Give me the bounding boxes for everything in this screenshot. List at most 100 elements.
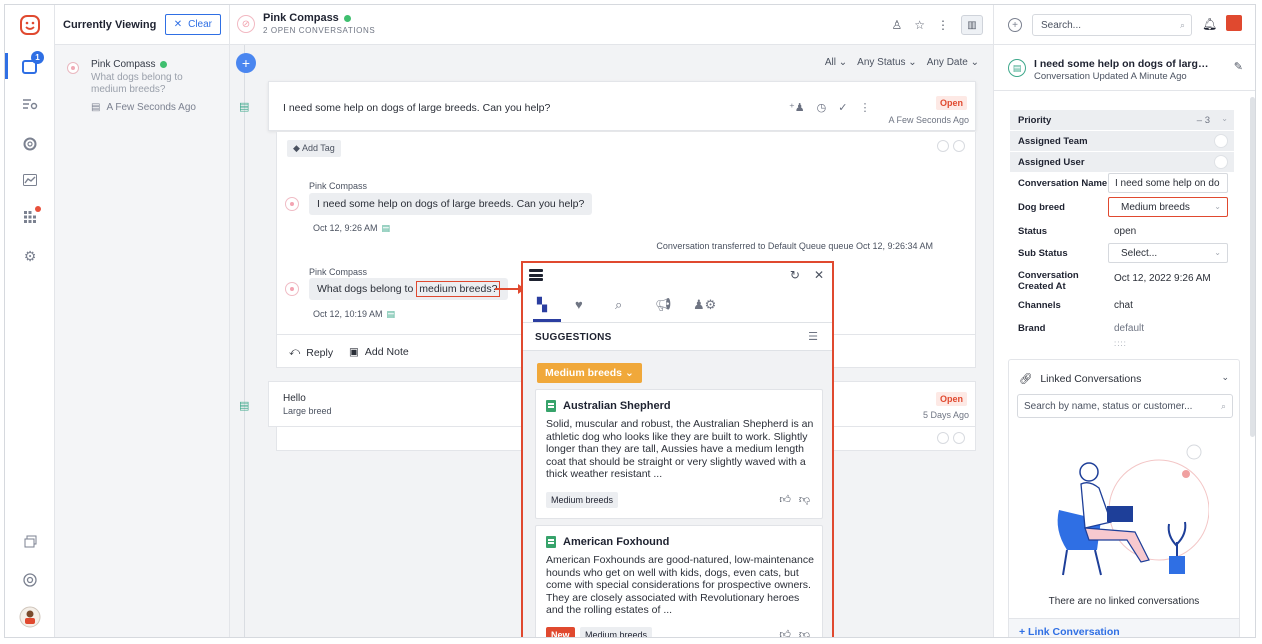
filter-date[interactable]: Any Date ⌄ bbox=[927, 57, 979, 68]
chat-icon: ▤ bbox=[91, 102, 101, 113]
windows-icon[interactable] bbox=[18, 529, 42, 553]
dog-breed-value: Medium breeds bbox=[1121, 202, 1190, 213]
toggle[interactable] bbox=[1214, 134, 1228, 148]
global-search-input[interactable]: Search... ⌕ bbox=[1032, 14, 1192, 36]
participant-circles bbox=[937, 432, 965, 444]
article-icon bbox=[546, 400, 556, 412]
note-icon: ▣ bbox=[349, 346, 359, 358]
tab-user-settings-icon[interactable]: ♟⚙ bbox=[693, 297, 716, 313]
card-text: American Foxhounds are good-natured, low… bbox=[546, 554, 814, 616]
tab-announcements-icon[interactable]: 📢︎ bbox=[655, 297, 672, 313]
analytics-icon[interactable] bbox=[18, 168, 42, 192]
conversation-card-1[interactable]: I need some help on dogs of large breeds… bbox=[268, 81, 976, 131]
user-avatar[interactable] bbox=[18, 605, 42, 629]
conversation-name-input[interactable]: I need some help on do bbox=[1108, 173, 1228, 193]
add-participant-icon[interactable]: ⁺♟ bbox=[789, 101, 805, 114]
thumbs-down-icon[interactable]: 👎︎ bbox=[799, 493, 810, 506]
chevron-down-icon[interactable]: ⌄ bbox=[1221, 372, 1229, 383]
search-list-icon[interactable] bbox=[18, 92, 42, 116]
link-conversation-button[interactable]: + Link Conversation bbox=[1019, 626, 1120, 637]
snooze-clock-icon[interactable]: ◷ bbox=[817, 101, 827, 114]
viewing-item-preview: What dogs belong to medium breeds? bbox=[91, 72, 183, 95]
status-label: Status bbox=[1018, 226, 1048, 237]
bell-icon[interactable]: 🔔︎ bbox=[1202, 17, 1217, 31]
add-note-button[interactable]: ▣ Add Note bbox=[349, 346, 409, 358]
filter-icon[interactable]: ☰ bbox=[808, 330, 818, 343]
card-tag: Medium breeds bbox=[546, 492, 619, 508]
customer-status-icon bbox=[67, 62, 79, 74]
support-icon[interactable] bbox=[18, 132, 42, 156]
thumbs-up-icon[interactable]: 👍︎ bbox=[779, 628, 791, 637]
search-placeholder: Search... bbox=[1041, 20, 1082, 31]
tab-suggestions-icon[interactable]: ▚ bbox=[537, 297, 547, 313]
assigned-team-label: Assigned Team bbox=[1018, 136, 1088, 147]
gift-icon[interactable] bbox=[1226, 15, 1242, 31]
star-icon[interactable]: ☆ bbox=[914, 18, 925, 32]
assign-user-icon[interactable]: ♙ bbox=[891, 18, 902, 32]
assigned-user-field[interactable]: Assigned User bbox=[1010, 152, 1234, 172]
assigned-team-field[interactable]: Assigned Team bbox=[1010, 131, 1234, 151]
reply-button[interactable]: ⤺ Reply bbox=[289, 346, 333, 359]
brand-label: Brand bbox=[1018, 323, 1046, 334]
new-conversation-button[interactable]: + bbox=[236, 53, 256, 73]
card-tag: Medium breeds bbox=[580, 627, 653, 637]
refresh-icon[interactable]: ↻ bbox=[790, 268, 800, 282]
tab-favorites-heart-icon[interactable]: ♥ bbox=[575, 297, 583, 312]
clear-button[interactable]: ✕ Clear bbox=[164, 14, 221, 35]
resolve-check-icon[interactable]: ✓ bbox=[838, 101, 847, 114]
more-options-icon[interactable]: ⋮ bbox=[860, 101, 871, 114]
tab-search-icon[interactable]: ⌕ bbox=[615, 297, 622, 313]
suggestions-panel: ↻ ✕ ▚ ♥ ⌕ 📢︎ ♟⚙ SUGGESTIONS ☰ Medium bre… bbox=[521, 261, 834, 637]
inbox-icon[interactable]: 1 bbox=[18, 51, 44, 79]
thumbs-down-icon[interactable]: 👎︎ bbox=[799, 628, 810, 637]
logo-icon[interactable] bbox=[18, 13, 42, 37]
linked-search-input[interactable]: Search by name, status or customer... ⌕ bbox=[1017, 394, 1233, 418]
edit-pencil-icon[interactable]: ✎ bbox=[1234, 60, 1243, 73]
chat-icon: ▤ bbox=[381, 223, 391, 233]
message-bubble: I need some help on dogs of large breeds… bbox=[309, 193, 593, 215]
search-icon: ⌕ bbox=[1179, 20, 1185, 30]
thumbs-up-icon[interactable]: 👍︎ bbox=[779, 493, 791, 506]
priority-label: Priority bbox=[1018, 115, 1052, 126]
new-badge: New bbox=[546, 627, 575, 637]
resize-grip-icon[interactable]: :::: bbox=[1114, 339, 1127, 348]
apps-grid-icon[interactable] bbox=[18, 205, 42, 229]
add-icon[interactable]: + bbox=[1008, 18, 1022, 32]
conversation-icon: ▤ bbox=[239, 101, 250, 113]
suggestions-toolbar: ↻ ✕ bbox=[523, 263, 832, 289]
scrollbar[interactable] bbox=[1250, 97, 1255, 437]
highlighted-phrase: medium breeds? bbox=[416, 281, 501, 297]
add-tag-button[interactable]: ◆ Add Tag bbox=[287, 140, 341, 157]
card-text: Solid, muscular and robust, the Australi… bbox=[546, 418, 814, 480]
toggle-panel-icon[interactable]: ▥ bbox=[961, 15, 983, 35]
filter-status[interactable]: Any Status ⌄ bbox=[857, 57, 917, 68]
currently-viewing-title: Currently Viewing bbox=[63, 18, 157, 31]
toggle[interactable] bbox=[1214, 155, 1228, 169]
viewing-item[interactable]: Pink Compass What dogs belong to medium … bbox=[55, 51, 229, 121]
sub-status-field: Sub Status Select... ⌄ bbox=[1010, 243, 1234, 263]
conversation-updated: Conversation Updated A Minute Ago bbox=[1034, 71, 1187, 82]
priority-field[interactable]: Priority – 3 ⌄ bbox=[1010, 110, 1234, 130]
dog-breed-select[interactable]: Medium breeds ⌄ bbox=[1108, 197, 1228, 217]
settings-gear-icon[interactable]: ⚙ bbox=[18, 244, 42, 268]
conversation-preview: I need some help on dogs of large breeds… bbox=[283, 102, 551, 114]
category-chip-label: Medium breeds bbox=[545, 367, 623, 379]
sub-status-select[interactable]: Select... ⌄ bbox=[1108, 243, 1228, 263]
status-value: open bbox=[1114, 226, 1137, 237]
online-dot bbox=[160, 61, 168, 68]
filter-all[interactable]: All ⌄ bbox=[825, 57, 847, 68]
conversation-time: 5 Days Ago bbox=[922, 410, 969, 420]
status-field: Status open bbox=[1010, 221, 1234, 241]
category-chip[interactable]: Medium breeds ⌄ bbox=[537, 363, 642, 383]
close-icon[interactable]: ✕ bbox=[814, 268, 824, 282]
conversation-name-field: Conversation Name I need some help on do bbox=[1010, 173, 1234, 193]
sub-status-label: Sub Status bbox=[1018, 248, 1068, 259]
link-icon: 🔗︎ bbox=[1019, 373, 1033, 385]
message-bubble: What dogs belong to medium breeds? bbox=[309, 278, 509, 300]
more-options-icon[interactable]: ⋮ bbox=[937, 18, 949, 32]
help-lifebuoy-icon[interactable] bbox=[18, 568, 42, 592]
suggestion-card-1[interactable]: Australian Shepherd Solid, muscular and … bbox=[535, 389, 823, 519]
viewing-item-time: A Few Seconds Ago bbox=[106, 102, 196, 113]
suggestion-card-2[interactable]: American Foxhound American Foxhounds are… bbox=[535, 525, 823, 637]
article-icon bbox=[546, 536, 556, 548]
